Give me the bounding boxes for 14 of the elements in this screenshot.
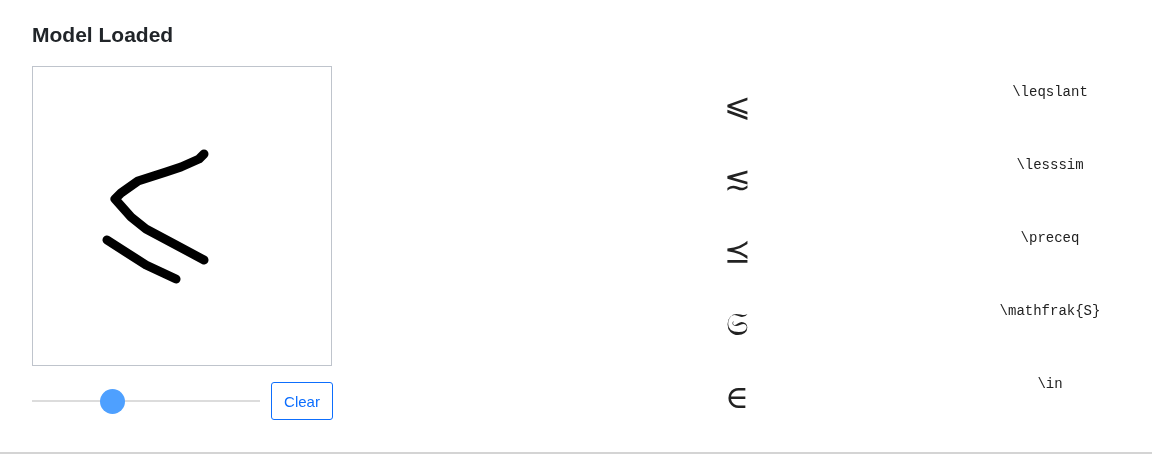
drawing-canvas[interactable] <box>32 66 332 366</box>
math-symbol: ≲ <box>722 158 752 198</box>
slider-thumb[interactable] <box>99 388 125 414</box>
latex-command: \preceq <box>1019 230 1081 246</box>
math-symbol: ⪯ <box>722 231 752 271</box>
latex-command: \lesssim <box>1015 157 1085 173</box>
latex-command: \leqslant <box>1011 84 1089 100</box>
latex-command: \in <box>1036 376 1064 392</box>
math-symbol: ∈ <box>724 377 750 417</box>
latex-command: \mathfrak{S} <box>998 303 1102 319</box>
page-title: Model Loaded <box>32 22 175 48</box>
clear-button[interactable]: Clear <box>271 382 333 420</box>
math-symbol: 𝔖 <box>725 304 749 344</box>
math-symbol: ⩽ <box>722 85 752 125</box>
